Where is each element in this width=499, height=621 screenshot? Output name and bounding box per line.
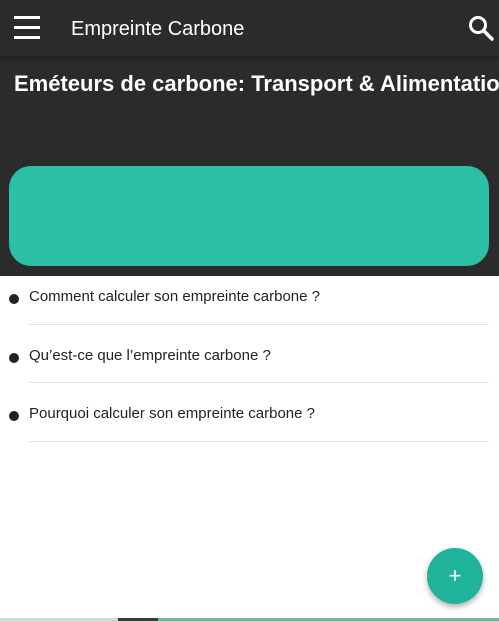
search-icon <box>469 16 494 41</box>
app-title: Empreinte Carbone <box>71 18 245 40</box>
section-title: Eméteurs de carbone: Transport & Aliment… <box>14 71 499 96</box>
faq-item[interactable]: Qu’est-ce que l’empreinte carbone ? <box>0 335 499 394</box>
faq-label: Comment calculer son empreinte carbone ? <box>29 288 320 305</box>
header-section: Eméteurs de carbone: Transport & Aliment… <box>0 56 499 276</box>
app-bar: Empreinte Carbone <box>0 0 499 56</box>
bullet-icon <box>9 294 19 304</box>
plus-icon: + <box>448 563 462 588</box>
divider <box>29 323 489 325</box>
search-button[interactable] <box>467 14 495 42</box>
faq-label: Qu’est-ce que l’empreinte carbone ? <box>29 346 271 364</box>
bullet-icon <box>9 352 19 363</box>
faq-list: Comment calculer son empreinte carbone ?… <box>0 276 499 452</box>
divider <box>29 382 489 383</box>
faq-item[interactable]: Pourquoi calculer son empreinte carbone … <box>0 393 499 452</box>
faq-label: Pourquoi calculer son empreinte carbone … <box>29 405 316 422</box>
menu-button[interactable] <box>14 16 40 40</box>
faq-item[interactable]: Comment calculer son empreinte carbone ? <box>0 276 499 335</box>
banner-card[interactable] <box>9 166 489 266</box>
add-fab-button[interactable]: + <box>427 548 483 604</box>
bullet-icon <box>9 411 19 421</box>
divider <box>29 440 489 442</box>
